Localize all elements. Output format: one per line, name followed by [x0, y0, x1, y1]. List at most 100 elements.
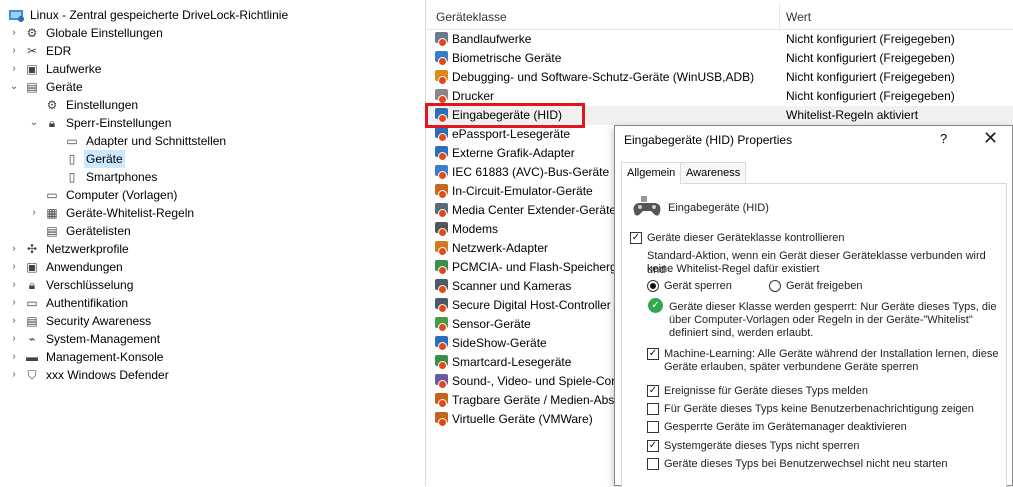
- report-events-checkbox[interactable]: ✓: [647, 385, 659, 397]
- tab-general[interactable]: Allgemein: [621, 162, 682, 184]
- tree-item-smartphones[interactable]: ▯ Smartphones: [48, 168, 159, 186]
- tree-item-whitelist-rules[interactable]: › ▦ Geräte-Whitelist-Regeln: [28, 204, 196, 222]
- lock-icon: 🔒︎: [28, 278, 36, 292]
- info-text-3: definiert sind, werden erlaubt.: [669, 327, 814, 339]
- tree-root[interactable]: Linux - Zentral gespeicherte DriveLock-R…: [8, 6, 290, 24]
- awareness-icon: ▤: [26, 314, 38, 328]
- disable-in-device-manager-label: Gesperrte Geräte im Gerätemanager deakti…: [664, 421, 907, 433]
- device-class-name: Bandlaufwerke: [452, 32, 532, 46]
- device-class-value: Nicht konfiguriert (Freigegeben): [786, 89, 955, 103]
- chevron-right-icon[interactable]: ›: [8, 240, 20, 258]
- chevron-right-icon[interactable]: ›: [8, 294, 20, 312]
- device-class-icon: [435, 184, 450, 199]
- table-row[interactable]: Bandlaufwerke Nicht konfiguriert (Freigeg…: [427, 30, 1013, 49]
- device-class-icon: [435, 127, 450, 142]
- device-class-icon: [435, 317, 450, 332]
- tree-item-applications[interactable]: › ▣ Anwendungen: [8, 258, 125, 276]
- device-class-name: Biometrische Geräte: [452, 51, 562, 65]
- tree-root-label: Linux - Zentral gespeicherte DriveLock-R…: [30, 8, 289, 22]
- tools-icon: ✂: [26, 44, 38, 58]
- system-icon: ⌁: [28, 332, 36, 346]
- auth-icon: ▭: [26, 296, 38, 310]
- control-class-label: Geräte dieser Geräteklasse kontrollieren: [647, 232, 845, 244]
- device-class-icon: [435, 393, 450, 408]
- no-notification-label: Für Geräte dieses Typs keine Benutzerben…: [664, 403, 974, 415]
- chevron-right-icon[interactable]: ›: [8, 348, 20, 366]
- device-class-name: Modems: [452, 222, 499, 236]
- tab-awareness[interactable]: Awareness: [680, 162, 747, 183]
- device-class-name: Netzwerk-Adapter: [452, 241, 549, 255]
- tree-item-security-awareness[interactable]: › ▤ Security Awareness: [8, 312, 153, 330]
- tree-item-adapters[interactable]: ▭ Adapter und Schnittstellen: [48, 132, 228, 150]
- application-icon: ▣: [26, 260, 38, 274]
- allow-device-label: Gerät freigeben: [786, 280, 863, 292]
- tree-item-devices[interactable]: ⌄ ▤ Geräte: [8, 78, 85, 96]
- device-icon: ▯: [68, 152, 76, 166]
- device-class-name: Smartcard-Lesegeräte: [452, 355, 572, 369]
- machine-learning-label-2: Geräte erlauben, später verbundene Gerät…: [664, 361, 919, 373]
- info-text: Geräte dieser Klasse werden gesperrt: Nu…: [669, 301, 997, 313]
- network-icon: ✣: [26, 242, 38, 256]
- system-devices-label: Systemgeräte dieses Typs nicht sperren: [664, 440, 860, 452]
- user-switch-checkbox[interactable]: [647, 458, 659, 470]
- tree-item-edr[interactable]: › ✂ EDR: [8, 42, 73, 60]
- tree-item-encryption[interactable]: › 🔒︎ Verschlüsselung: [8, 276, 135, 294]
- tree-item-network-profiles[interactable]: › ✣ Netzwerkprofile: [8, 240, 131, 258]
- column-header-value[interactable]: Wert: [786, 0, 811, 30]
- table-row[interactable]: Eingabegeräte (HID) Whitelist-Regeln akti…: [427, 106, 1013, 125]
- device-class-icon: [435, 108, 450, 123]
- close-button[interactable]: ✕: [983, 128, 998, 149]
- allow-device-radio[interactable]: [769, 280, 781, 292]
- chevron-right-icon[interactable]: ›: [8, 276, 20, 294]
- tree-item-lock-settings[interactable]: ⌄ 🔒︎ Sperr-Einstellungen: [28, 114, 173, 132]
- table-row[interactable]: Debugging- und Software-Schutz-Geräte (W…: [427, 68, 1013, 87]
- tree-item-computer-templates[interactable]: ▭ Computer (Vorlagen): [28, 186, 179, 204]
- lock-icon: 🔒︎: [48, 116, 56, 130]
- device-class-icon: [435, 355, 450, 370]
- tree-item-device-lists[interactable]: ▤ Gerätelisten: [28, 222, 133, 240]
- device-class-icon: [435, 203, 450, 218]
- device-class-value: Whitelist-Regeln aktiviert: [786, 108, 919, 122]
- chevron-right-icon[interactable]: ›: [8, 60, 20, 78]
- disable-in-device-manager-checkbox[interactable]: [647, 421, 659, 433]
- chevron-right-icon[interactable]: ›: [8, 24, 20, 42]
- tree-item-devices-sub[interactable]: ▯ Geräte: [48, 150, 125, 168]
- chevron-down-icon[interactable]: ⌄: [28, 114, 40, 132]
- default-action-text-2: keine Whitelist-Regel dafür existiert: [647, 263, 820, 275]
- chevron-down-icon[interactable]: ⌄: [8, 78, 20, 96]
- column-header-device-class[interactable]: Geräteklasse: [436, 0, 507, 30]
- no-notification-checkbox[interactable]: [647, 403, 659, 415]
- console-icon: ▬: [26, 350, 38, 364]
- device-class-icon: [435, 298, 450, 313]
- device-class-value: Nicht konfiguriert (Freigegeben): [786, 32, 955, 46]
- tree-item-authentication[interactable]: › ▭ Authentifikation: [8, 294, 130, 312]
- device-class-name: Drucker: [452, 89, 495, 103]
- tree-item-management-console[interactable]: › ▬ Management-Konsole: [8, 348, 165, 366]
- chevron-right-icon[interactable]: ›: [28, 204, 40, 222]
- table-row[interactable]: Drucker Nicht konfiguriert (Freigegeben): [427, 87, 1013, 106]
- machine-learning-checkbox[interactable]: ✓: [647, 348, 659, 360]
- device-class-icon: [435, 70, 450, 85]
- tree-item-system-management[interactable]: › ⌁ System-Management: [8, 330, 162, 348]
- table-row[interactable]: Biometrische Geräte Nicht konfiguriert (F…: [427, 49, 1013, 68]
- smartphone-icon: ▯: [68, 170, 76, 184]
- tree-item-drives[interactable]: › ▣ Laufwerke: [8, 60, 103, 78]
- help-button[interactable]: ?: [940, 131, 947, 146]
- device-class-name: Eingabegeräte (HID): [452, 108, 563, 122]
- checkmark-icon: ✓: [648, 298, 663, 313]
- device-class-icon: [435, 165, 450, 180]
- tree-item-settings[interactable]: ⚙ Einstellungen: [28, 96, 140, 114]
- tree-item-windows-defender[interactable]: › ⛉ xxx Windows Defender: [8, 366, 171, 384]
- system-devices-checkbox[interactable]: ✓: [647, 440, 659, 452]
- chevron-right-icon[interactable]: ›: [8, 42, 20, 60]
- control-class-checkbox[interactable]: ✓: [630, 232, 642, 244]
- computer-icon: ▭: [46, 188, 58, 202]
- tree-item-global-settings[interactable]: › ⚙ Globale Einstellungen: [8, 24, 165, 42]
- list-icon: ▤: [46, 224, 58, 238]
- chevron-right-icon[interactable]: ›: [8, 366, 20, 384]
- device-class-name: Media Center Extender-Geräte: [452, 203, 617, 217]
- chevron-right-icon[interactable]: ›: [8, 330, 20, 348]
- chevron-right-icon[interactable]: ›: [8, 258, 20, 276]
- lock-device-radio[interactable]: [647, 280, 659, 292]
- chevron-right-icon[interactable]: ›: [8, 312, 20, 330]
